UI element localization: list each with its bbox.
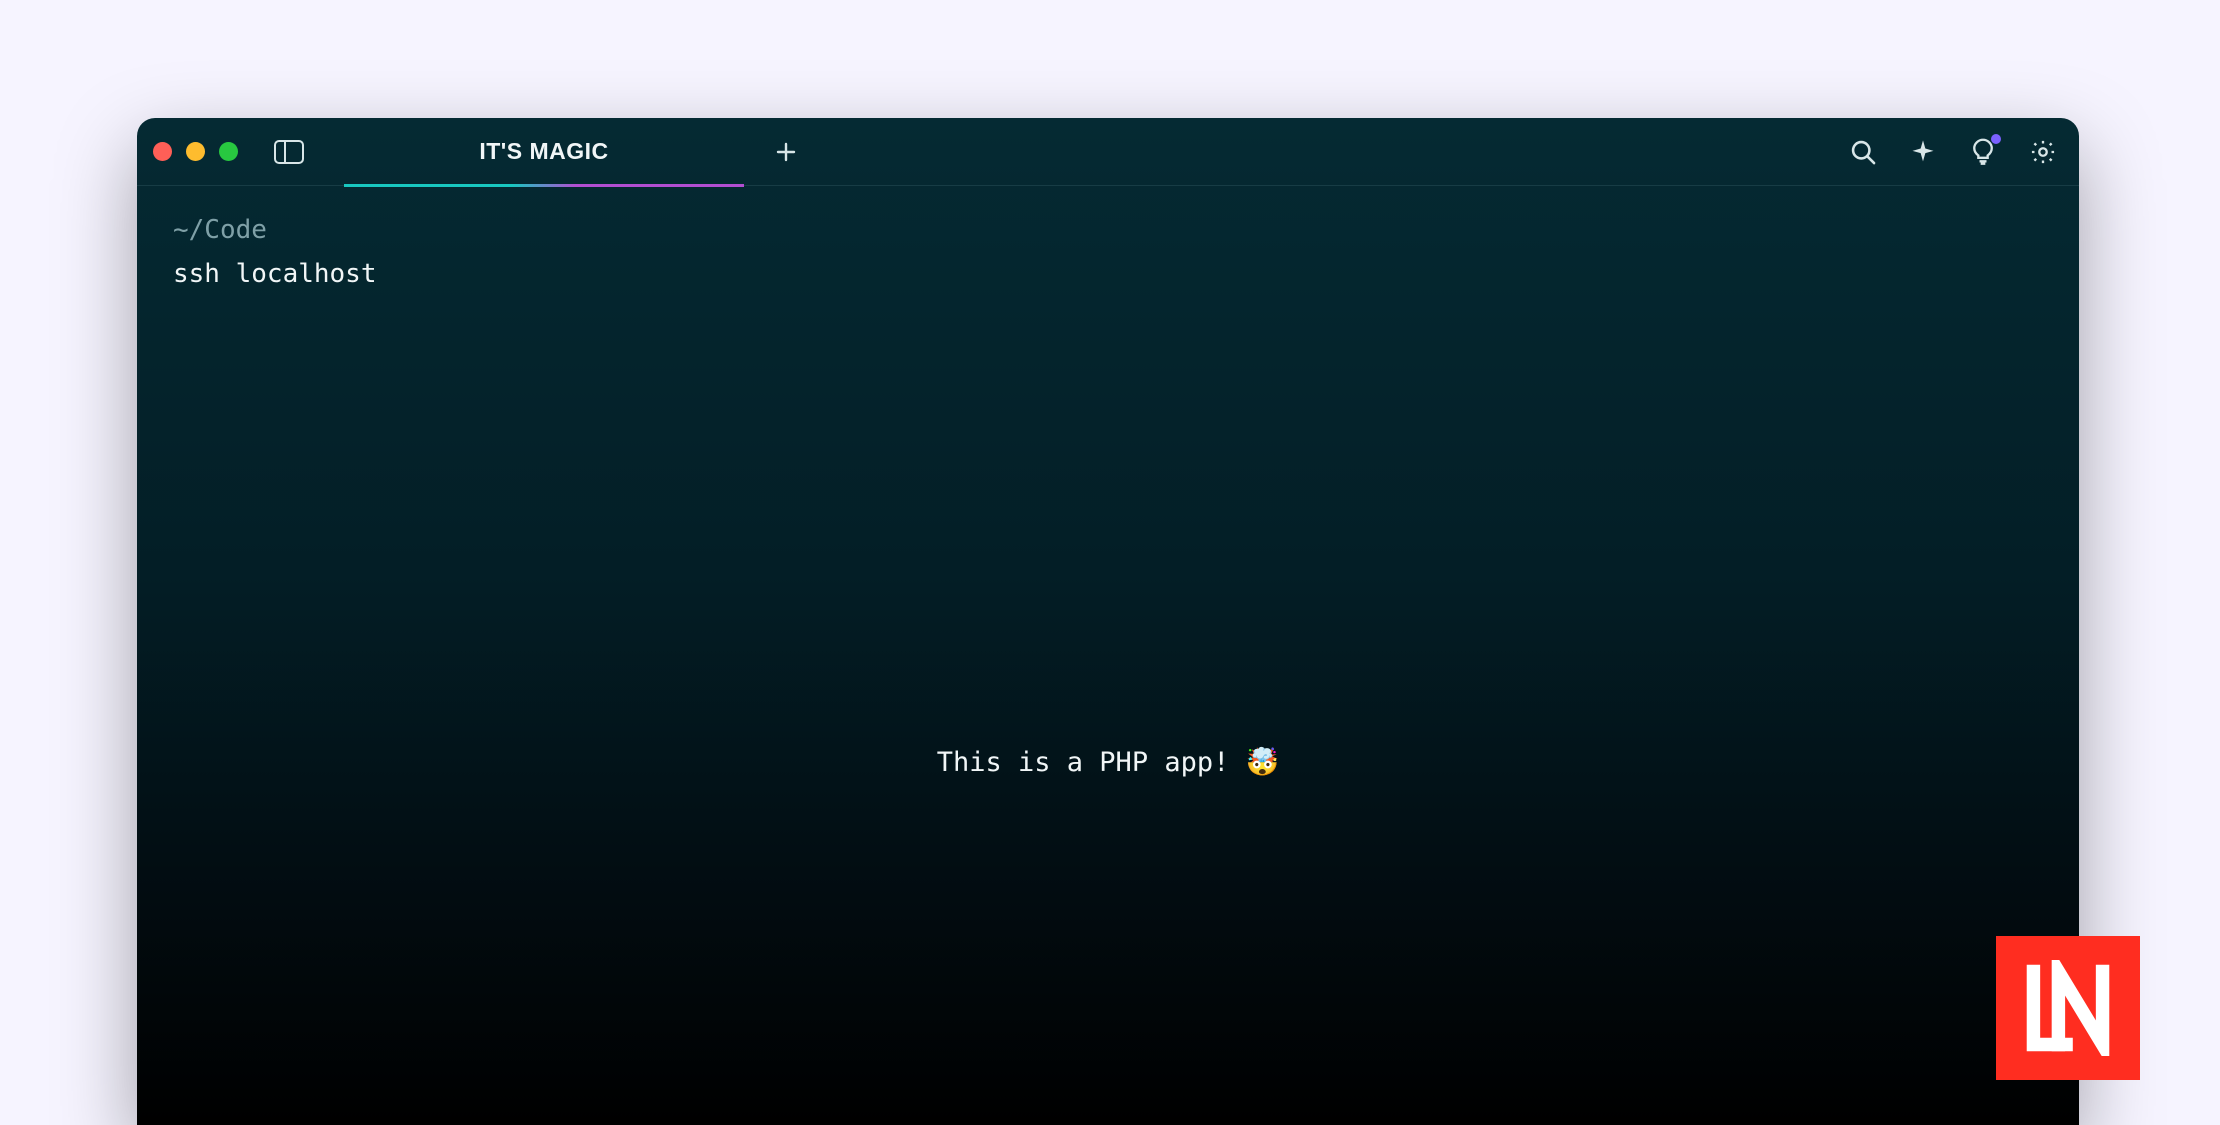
tab-underline: [344, 184, 744, 187]
panel-toggle-icon[interactable]: [274, 140, 304, 164]
titlebar-actions: [1847, 136, 2059, 168]
prompt-path: ~/Code: [173, 208, 2043, 252]
terminal-window: IT'S MAGIC: [137, 118, 2079, 1125]
zoom-window-button[interactable]: [219, 142, 238, 161]
notification-dot-icon: [1991, 134, 2001, 144]
sparkle-icon[interactable]: [1907, 136, 1939, 168]
gear-icon[interactable]: [2027, 136, 2059, 168]
center-message: This is a PHP app! 🤯: [137, 746, 2079, 778]
terminal-body[interactable]: ~/Code ssh localhost: [137, 186, 2079, 318]
command-line: ssh localhost: [173, 252, 2043, 296]
new-tab-button[interactable]: [772, 138, 800, 166]
minimize-window-button[interactable]: [186, 142, 205, 161]
close-window-button[interactable]: [153, 142, 172, 161]
titlebar: IT'S MAGIC: [137, 118, 2079, 186]
tab-title: IT'S MAGIC: [479, 138, 608, 165]
brand-logo: [1996, 936, 2140, 1080]
search-icon[interactable]: [1847, 136, 1879, 168]
lightbulb-icon[interactable]: [1967, 136, 1999, 168]
tab-active[interactable]: IT'S MAGIC: [344, 118, 744, 186]
window-controls: [153, 142, 238, 161]
